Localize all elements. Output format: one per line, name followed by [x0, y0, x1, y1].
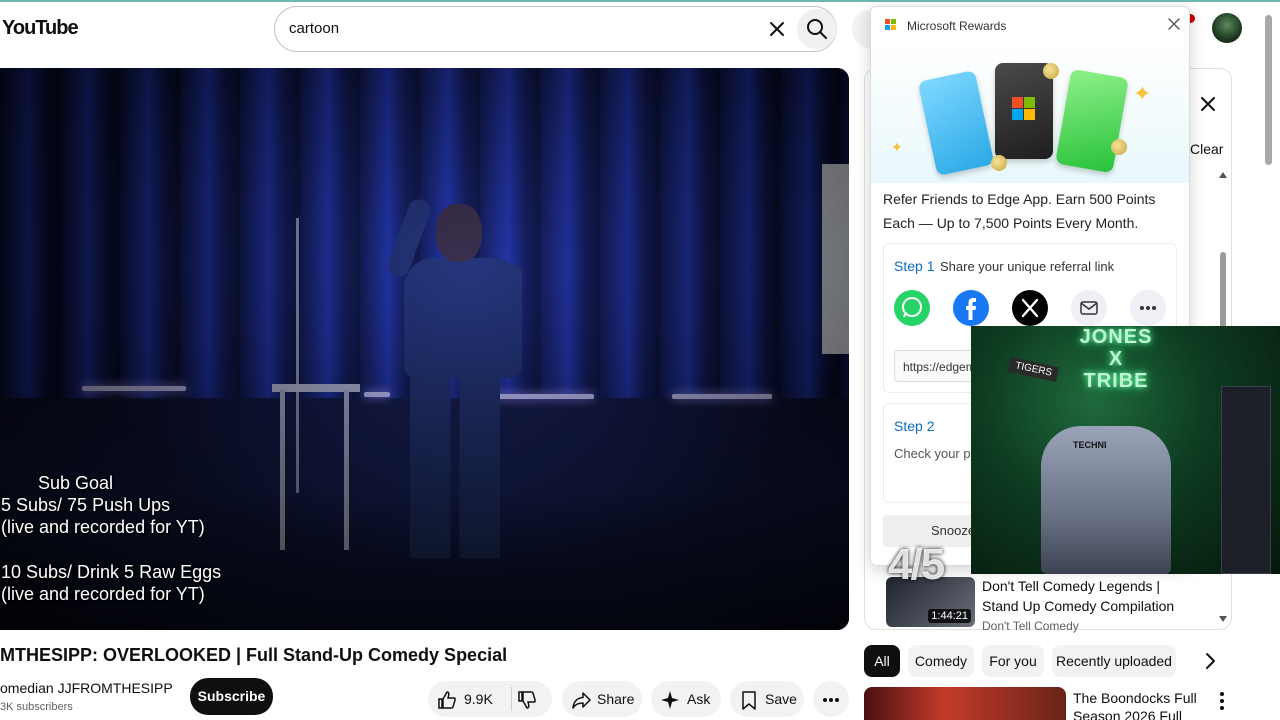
overlay-line: 5 Subs/ 75 Push Ups: [1, 495, 171, 515]
share-button[interactable]: Share: [562, 681, 642, 717]
bookmark-icon: [742, 691, 756, 710]
clear-button[interactable]: Clear: [1190, 141, 1223, 157]
sparkle-icon: ✦: [1133, 81, 1152, 106]
overlay-line: (live and recorded for YT): [1, 517, 205, 537]
video-player[interactable]: Sub Goal 5 Subs/ 75 Push Ups (live and r…: [0, 68, 849, 630]
neon-sign: JONES X TRIBE: [1061, 326, 1171, 392]
recommendation-title[interactable]: The Boondocks Full Season 2026 Full: [1073, 689, 1203, 720]
coin-icon: [1043, 63, 1059, 79]
recommendation-title[interactable]: Don't Tell Comedy Legends | Stand Up Com…: [982, 576, 1192, 616]
like-icon[interactable]: [436, 689, 458, 711]
stage-lighting: [0, 68, 849, 630]
step-1-label: Step 1: [894, 258, 935, 274]
email-icon[interactable]: [1071, 290, 1107, 326]
scroll-down-arrow[interactable]: [1219, 616, 1227, 622]
chip-comedy[interactable]: Comedy: [908, 645, 974, 677]
sparkle-icon: [661, 691, 679, 709]
subscriber-count: 3K subscribers: [0, 701, 73, 713]
coffee-card-icon: [917, 70, 995, 176]
ask-label: Ask: [687, 691, 711, 707]
close-icon[interactable]: [1196, 92, 1220, 116]
chip-all[interactable]: All: [864, 645, 900, 677]
save-button[interactable]: Save: [730, 681, 804, 717]
more-horizontal-icon: [823, 698, 839, 702]
screen: YouTube cartoon Sub Goal 5 Subs/ 75 Push…: [0, 0, 1280, 720]
microsoft-card-icon: [995, 63, 1053, 159]
gaming-chair: TECHNI: [1041, 426, 1171, 574]
neon-line: JONES: [1079, 326, 1153, 348]
webcam-overlay: JONES X TRIBE TIGERS TECHNI: [971, 326, 1280, 574]
page-scrollbar[interactable]: [1265, 15, 1272, 165]
search-box[interactable]: cartoon: [274, 6, 837, 52]
rewards-heading: Refer Friends to Edge App. Earn 500 Poin…: [883, 191, 1156, 231]
microsoft-logo-icon: [885, 19, 897, 31]
shelf-rack: [1221, 386, 1271, 574]
step-2-label: Step 2: [894, 418, 935, 434]
overlay-line: 10 Subs/ Drink 5 Raw Eggs: [1, 562, 222, 582]
like-dislike-group: 9.9K: [428, 681, 552, 717]
more-horizontal-icon[interactable]: [1130, 290, 1166, 326]
panel-scrollbar[interactable]: [1220, 252, 1226, 332]
subscribe-button[interactable]: Subscribe: [190, 678, 273, 715]
chevron-right-icon[interactable]: [1198, 649, 1222, 673]
share-icon: [572, 692, 591, 709]
sparkle-icon: ✦: [891, 139, 903, 155]
facebook-icon[interactable]: [953, 290, 989, 326]
like-count[interactable]: 9.9K: [464, 691, 493, 707]
overlay-sub-goal: Sub Goal: [38, 473, 114, 493]
video-title: MTHESIPP: OVERLOOKED | Full Stand-Up Com…: [0, 645, 508, 665]
youtube-logo[interactable]: YouTube: [2, 17, 79, 40]
xbox-card-icon: [1055, 68, 1129, 174]
chip-recently-uploaded[interactable]: Recently uploaded: [1052, 645, 1176, 677]
coin-icon: [1111, 139, 1127, 155]
dislike-icon[interactable]: [516, 689, 538, 711]
save-label: Save: [765, 691, 797, 707]
neon-line: X: [1108, 348, 1124, 370]
close-icon[interactable]: [1167, 17, 1181, 31]
recommendation-channel[interactable]: Don't Tell Comedy: [982, 619, 1079, 633]
overlay-line: (live and recorded for YT): [1, 584, 205, 604]
search-icon: [807, 19, 827, 39]
window-top-border: [0, 0, 1280, 2]
whatsapp-icon[interactable]: [894, 290, 930, 326]
neon-line: TRIBE: [1083, 370, 1149, 392]
coin-icon: [991, 155, 1007, 171]
gift-cards-illustration: ✦ ✦: [871, 43, 1189, 183]
street-sign: TIGERS: [1007, 357, 1060, 382]
ask-button[interactable]: Ask: [651, 681, 721, 717]
more-actions-button[interactable]: [813, 681, 849, 717]
chair-logo: TECHNI: [1073, 440, 1107, 450]
scroll-up-arrow[interactable]: [1219, 172, 1227, 178]
more-vertical-icon[interactable]: [1214, 689, 1230, 713]
referral-link-text: https://edgem: [903, 360, 976, 374]
rewards-title: Microsoft Rewards: [907, 19, 1007, 33]
avatar[interactable]: [1212, 13, 1242, 43]
recommendation-thumbnail[interactable]: [864, 687, 1066, 720]
divider: [511, 687, 512, 711]
channel-name[interactable]: omedian JJFROMTHESIPP: [0, 680, 173, 696]
search-input[interactable]: cartoon: [289, 20, 339, 37]
clear-search-icon[interactable]: [764, 16, 790, 42]
chip-for-you[interactable]: For you: [982, 645, 1044, 677]
search-button[interactable]: [797, 9, 837, 49]
webcam-watermark: 4/5: [888, 540, 945, 589]
step-1-description: Share your unique referral link: [940, 259, 1115, 274]
share-label: Share: [597, 691, 635, 707]
duration-badge: 1:44:21: [928, 609, 971, 623]
rewards-header: Microsoft Rewards: [871, 7, 1189, 43]
x-icon[interactable]: [1012, 290, 1048, 326]
